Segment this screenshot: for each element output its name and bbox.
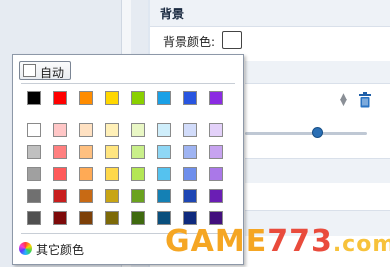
shade-row (13, 167, 245, 185)
color-swatch[interactable] (209, 145, 223, 159)
bg-color-swatch-button[interactable] (222, 31, 242, 49)
color-swatch[interactable] (105, 145, 119, 159)
up-down-arrows-icon[interactable]: ▲ ▼ (340, 93, 347, 108)
background-section-title: 背景 (160, 7, 185, 21)
color-swatch[interactable] (53, 91, 67, 105)
color-swatch[interactable] (157, 189, 171, 203)
color-swatch[interactable] (183, 123, 197, 137)
color-swatch[interactable] (53, 211, 67, 225)
color-swatch[interactable] (79, 145, 93, 159)
color-swatch[interactable] (105, 189, 119, 203)
color-swatch[interactable] (27, 145, 41, 159)
color-swatch[interactable] (105, 91, 119, 105)
color-swatch[interactable] (157, 211, 171, 225)
color-swatch[interactable] (183, 211, 197, 225)
color-swatch[interactable] (131, 91, 145, 105)
section-header-band (245, 61, 390, 84)
auto-color-swatch (23, 64, 36, 77)
watermark-logo: GAME773.com (165, 224, 390, 259)
color-swatch[interactable] (53, 145, 67, 159)
color-swatch[interactable] (131, 167, 145, 181)
color-swatch[interactable] (79, 167, 93, 181)
section-header-band (245, 158, 390, 183)
divider (21, 83, 235, 84)
background-section-header (150, 0, 390, 27)
bg-color-label: 背景颜色: (163, 35, 216, 49)
color-swatch[interactable] (131, 123, 145, 137)
more-colors-label: 其它颜色 (36, 243, 85, 257)
color-wheel-icon (19, 242, 32, 255)
shade-row (13, 123, 245, 141)
slider-track[interactable] (245, 132, 367, 135)
color-swatch[interactable] (183, 167, 197, 181)
color-swatch[interactable] (209, 123, 223, 137)
color-swatch[interactable] (79, 189, 93, 203)
color-swatch[interactable] (27, 189, 41, 203)
slider-thumb[interactable] (312, 127, 323, 138)
color-swatch[interactable] (131, 211, 145, 225)
color-swatch[interactable] (157, 91, 171, 105)
color-swatch[interactable] (131, 145, 145, 159)
color-swatch[interactable] (157, 167, 171, 181)
color-swatch[interactable] (79, 211, 93, 225)
trash-icon[interactable] (358, 92, 372, 108)
color-swatch[interactable] (157, 145, 171, 159)
color-swatch[interactable] (27, 167, 41, 181)
color-swatch[interactable] (53, 123, 67, 137)
color-swatch[interactable] (183, 145, 197, 159)
color-swatch[interactable] (209, 211, 223, 225)
shade-row (13, 189, 245, 207)
color-swatch[interactable] (105, 211, 119, 225)
auto-color-label: 自动 (40, 66, 65, 80)
color-swatch[interactable] (183, 91, 197, 105)
auto-color-button[interactable]: 自动 (19, 61, 71, 80)
color-swatch[interactable] (131, 189, 145, 203)
color-swatch[interactable] (183, 189, 197, 203)
color-swatch[interactable] (27, 123, 41, 137)
color-swatch[interactable] (79, 91, 93, 105)
color-swatch[interactable] (27, 211, 41, 225)
color-swatch[interactable] (209, 91, 223, 105)
color-swatch[interactable] (105, 123, 119, 137)
color-swatch[interactable] (79, 123, 93, 137)
color-swatch[interactable] (157, 123, 171, 137)
color-swatch[interactable] (53, 167, 67, 181)
color-swatch[interactable] (27, 91, 41, 105)
color-swatch[interactable] (209, 189, 223, 203)
color-swatch[interactable] (53, 189, 67, 203)
color-swatch[interactable] (105, 167, 119, 181)
color-swatch[interactable] (209, 167, 223, 181)
standard-colors-row (13, 91, 245, 109)
shade-row (13, 145, 245, 163)
